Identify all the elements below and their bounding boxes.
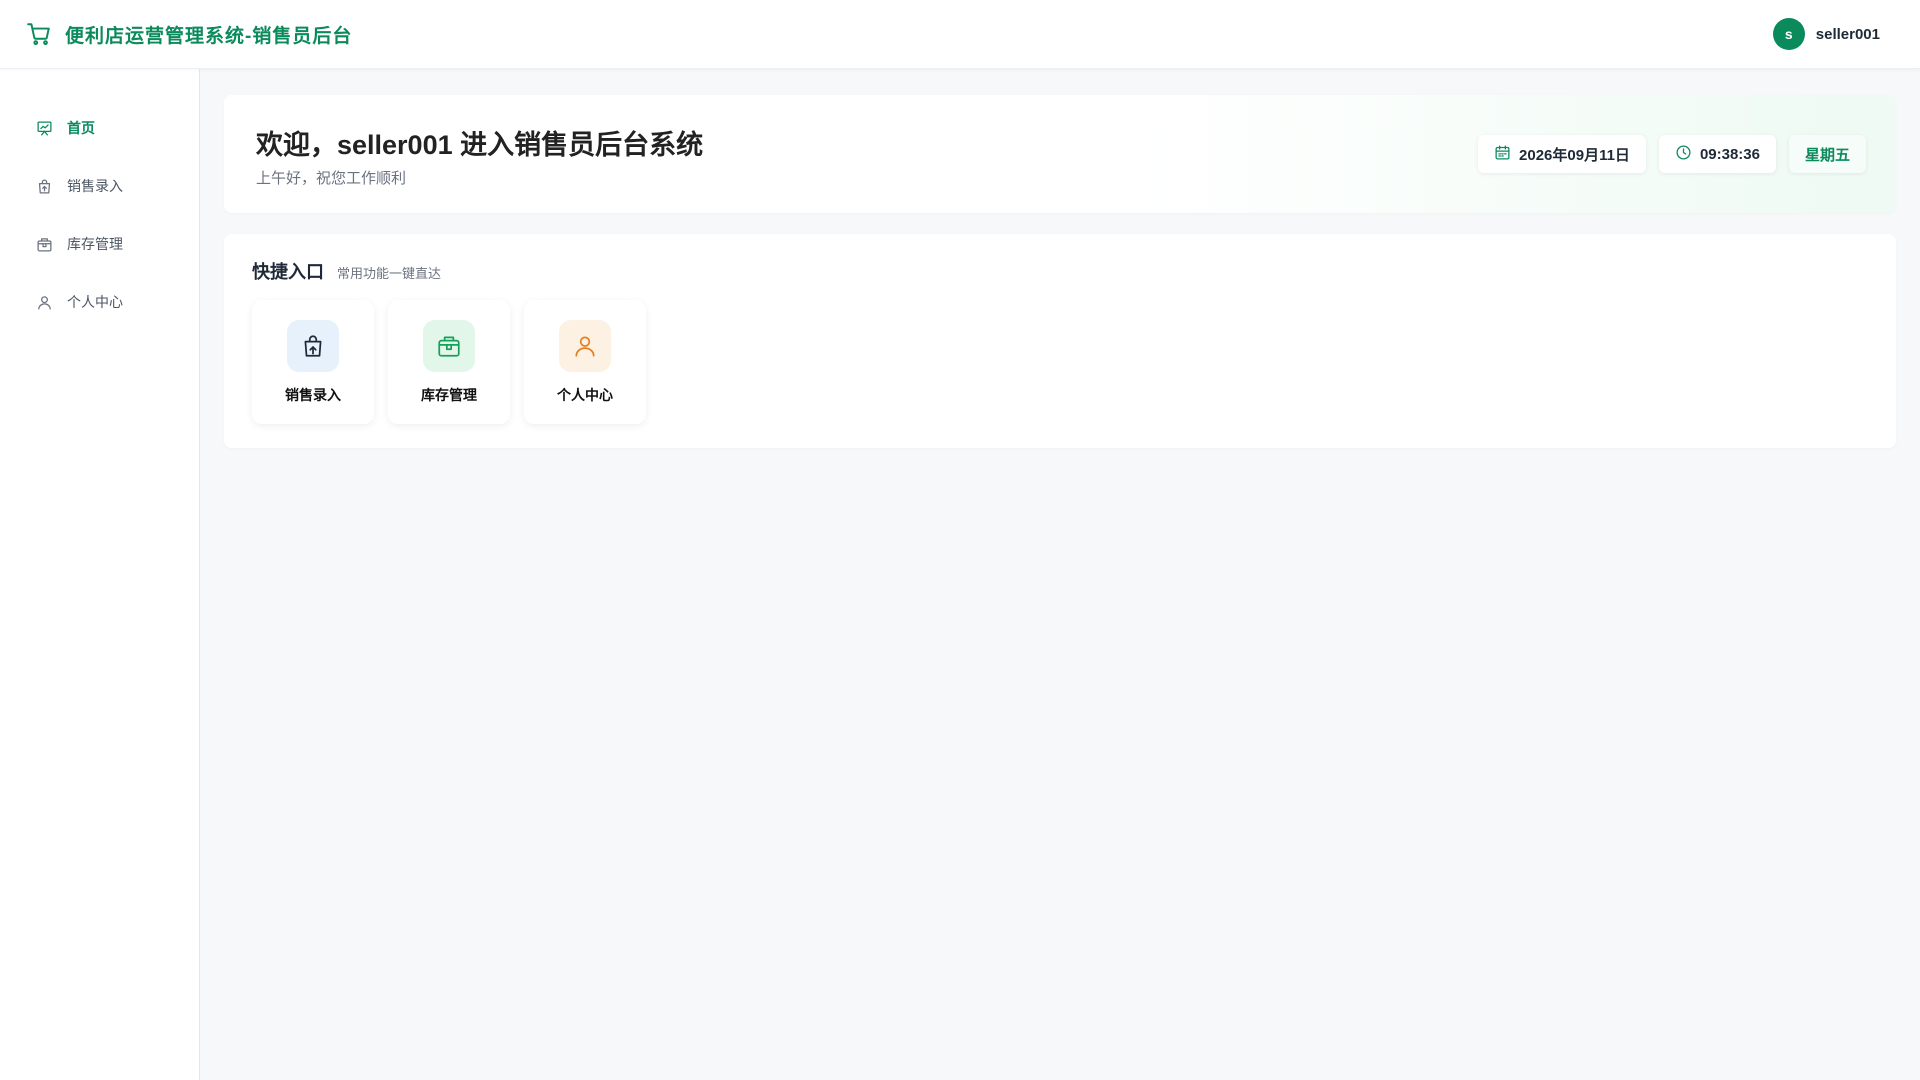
- sidebar-item-label: 个人中心: [67, 294, 123, 310]
- current-weekday: 星期五: [1804, 146, 1850, 164]
- user-icon: [35, 293, 53, 311]
- clock-icon: [1675, 144, 1692, 165]
- quick-card-sales-entry[interactable]: 销售录入: [252, 300, 374, 424]
- app-title: 便利店运营管理系统-销售员后台: [65, 25, 353, 47]
- time-pill: 09:38:36: [1658, 135, 1776, 173]
- sidebar-item-label: 库存管理: [67, 236, 123, 252]
- quick-card-profile[interactable]: 个人中心: [524, 300, 646, 424]
- package-icon: [423, 320, 475, 372]
- quick-card-label: 个人中心: [557, 387, 613, 403]
- sidebar-item-home[interactable]: 首页: [0, 99, 199, 157]
- brand[interactable]: 便利店运营管理系统-销售员后台: [25, 20, 352, 48]
- quick-card-label: 销售录入: [285, 387, 341, 403]
- current-date: 2026年09月11日: [1519, 146, 1630, 164]
- shopping-cart-icon: [25, 20, 53, 48]
- section-subtitle: 常用功能一键直达: [337, 266, 442, 281]
- home-presentation-icon: [35, 119, 53, 137]
- welcome-banner: 欢迎，seller001 进入销售员后台系统 上午好，祝您工作顺利 2026年0…: [224, 95, 1896, 213]
- sidebar-item-profile[interactable]: 个人中心: [0, 273, 199, 331]
- quick-access-panel: 快捷入口 常用功能一键直达 销售录入 库存管理 个人中心: [224, 234, 1896, 448]
- user-menu[interactable]: s seller001: [1772, 18, 1880, 50]
- sidebar-item-sales-entry[interactable]: 销售录入: [0, 157, 199, 215]
- shopping-bag-icon: [35, 177, 53, 195]
- user-name[interactable]: seller001: [1816, 26, 1880, 43]
- weekday-pill: 星期五: [1788, 135, 1866, 173]
- quick-card-inventory[interactable]: 库存管理: [388, 300, 510, 424]
- quick-access-header: 快捷入口 常用功能一键直达: [252, 258, 441, 284]
- user-icon: [559, 320, 611, 372]
- sidebar-item-label: 首页: [67, 120, 95, 136]
- page-title: 欢迎，seller001 进入销售员后台系统: [256, 130, 704, 160]
- greeting-subtitle: 上午好，祝您工作顺利: [256, 170, 407, 187]
- quick-access-cards: 销售录入 库存管理 个人中心: [252, 300, 646, 424]
- date-time-info: 2026年09月11日 09:38:36 星期五: [1478, 135, 1866, 173]
- shopping-bag-icon: [287, 320, 339, 372]
- sidebar: 首页 销售录入 库存管理 个人中心: [0, 69, 200, 1080]
- sidebar-item-label: 销售录入: [67, 178, 123, 194]
- package-icon: [35, 235, 53, 253]
- sidebar-item-inventory[interactable]: 库存管理: [0, 215, 199, 273]
- current-time: 09:38:36: [1699, 145, 1760, 163]
- avatar[interactable]: s: [1772, 18, 1805, 50]
- calendar-icon: [1494, 144, 1511, 165]
- quick-card-label: 库存管理: [421, 387, 477, 403]
- top-header: 便利店运营管理系统-销售员后台 s seller001: [0, 0, 1920, 69]
- date-pill: 2026年09月11日: [1478, 135, 1646, 173]
- section-title: 快捷入口: [252, 262, 324, 282]
